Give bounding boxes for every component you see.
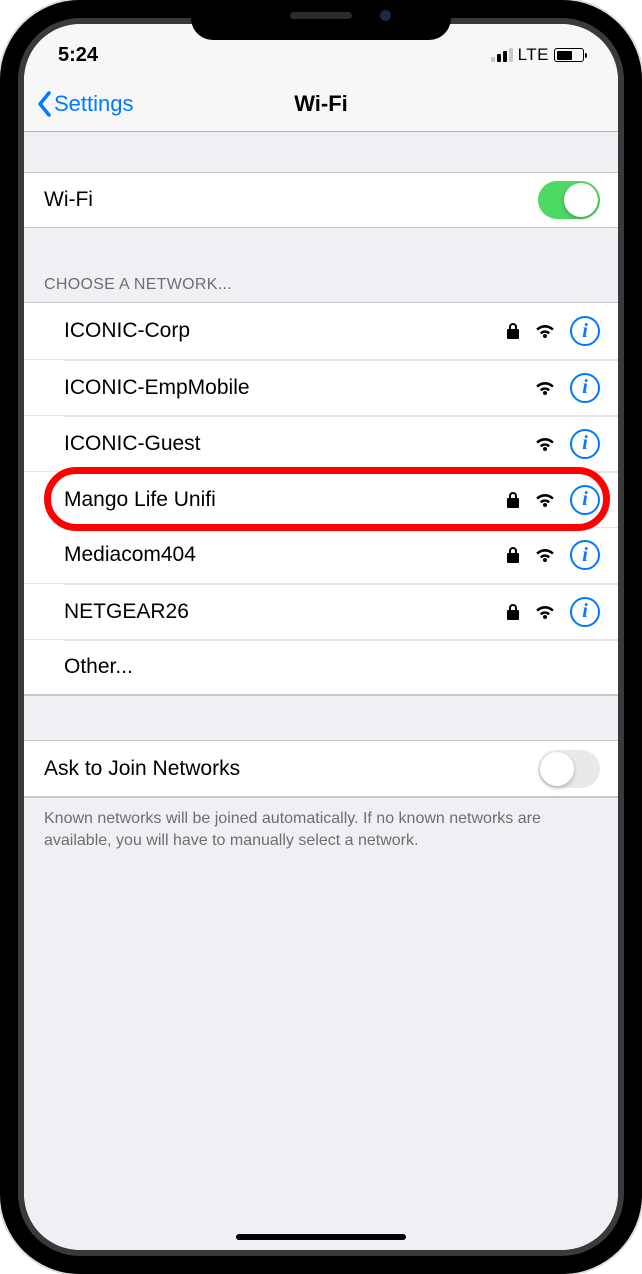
network-row[interactable]: Mediacom404 i	[24, 527, 618, 583]
network-type: LTE	[518, 45, 549, 65]
network-icons: i	[534, 429, 600, 459]
network-name: ICONIC-Corp	[64, 319, 506, 343]
network-name: ICONIC-EmpMobile	[64, 376, 534, 400]
device-notch	[191, 0, 451, 40]
network-name: Mediacom404	[64, 543, 506, 567]
wifi-toggle-row[interactable]: Wi-Fi	[24, 172, 618, 228]
other-label: Other...	[64, 655, 600, 679]
status-time: 5:24	[58, 44, 98, 67]
section-header-choose-network: Choose a Network...	[24, 268, 618, 302]
network-icons: i	[506, 597, 600, 627]
content-area: Wi-Fi Choose a Network... ICONIC-CorpiIC…	[24, 132, 618, 1250]
network-row[interactable]: Mango Life Unifi i	[24, 471, 618, 527]
ask-switch[interactable]	[538, 750, 600, 788]
lock-icon	[506, 603, 520, 621]
wifi-icon	[534, 322, 556, 340]
info-button[interactable]: i	[570, 597, 600, 627]
back-button[interactable]: Settings	[36, 90, 134, 118]
screen: 5:24 LTE Settings Wi-Fi Wi-	[24, 24, 618, 1250]
cellular-signal-icon	[491, 48, 513, 62]
page-title: Wi-Fi	[294, 91, 348, 117]
network-name: NETGEAR26	[64, 600, 506, 624]
wifi-switch[interactable]	[538, 181, 600, 219]
info-button[interactable]: i	[570, 429, 600, 459]
ask-description: Known networks will be joined automatica…	[24, 798, 618, 851]
ask-to-join-row[interactable]: Ask to Join Networks	[24, 741, 618, 797]
network-row[interactable]: ICONIC-Guest i	[24, 415, 618, 471]
back-label: Settings	[54, 91, 134, 117]
info-button[interactable]: i	[570, 485, 600, 515]
wifi-icon	[534, 491, 556, 509]
wifi-icon	[534, 379, 556, 397]
lock-icon	[506, 491, 520, 509]
iphone-frame: 5:24 LTE Settings Wi-Fi Wi-	[0, 0, 642, 1274]
network-icons: i	[534, 373, 600, 403]
network-list: ICONIC-CorpiICONIC-EmpMobileiICONIC-Gues…	[24, 302, 618, 696]
network-name: Mango Life Unifi	[64, 488, 506, 512]
home-indicator[interactable]	[236, 1234, 406, 1240]
other-network-row[interactable]: Other...	[24, 639, 618, 695]
network-row[interactable]: ICONIC-Corp i	[24, 303, 618, 359]
network-row[interactable]: NETGEAR26 i	[24, 583, 618, 639]
wifi-icon	[534, 435, 556, 453]
wifi-icon	[534, 603, 556, 621]
wifi-label: Wi-Fi	[44, 188, 538, 212]
navigation-bar: Settings Wi-Fi	[24, 76, 618, 132]
info-button[interactable]: i	[570, 373, 600, 403]
ask-label: Ask to Join Networks	[44, 757, 538, 781]
lock-icon	[506, 322, 520, 340]
chevron-left-icon	[36, 90, 52, 118]
network-icons: i	[506, 316, 600, 346]
network-name: ICONIC-Guest	[64, 432, 534, 456]
network-icons: i	[506, 485, 600, 515]
lock-icon	[506, 546, 520, 564]
wifi-icon	[534, 546, 556, 564]
network-icons: i	[506, 540, 600, 570]
network-row[interactable]: ICONIC-EmpMobile i	[24, 359, 618, 415]
info-button[interactable]: i	[570, 540, 600, 570]
battery-icon	[554, 48, 584, 62]
info-button[interactable]: i	[570, 316, 600, 346]
